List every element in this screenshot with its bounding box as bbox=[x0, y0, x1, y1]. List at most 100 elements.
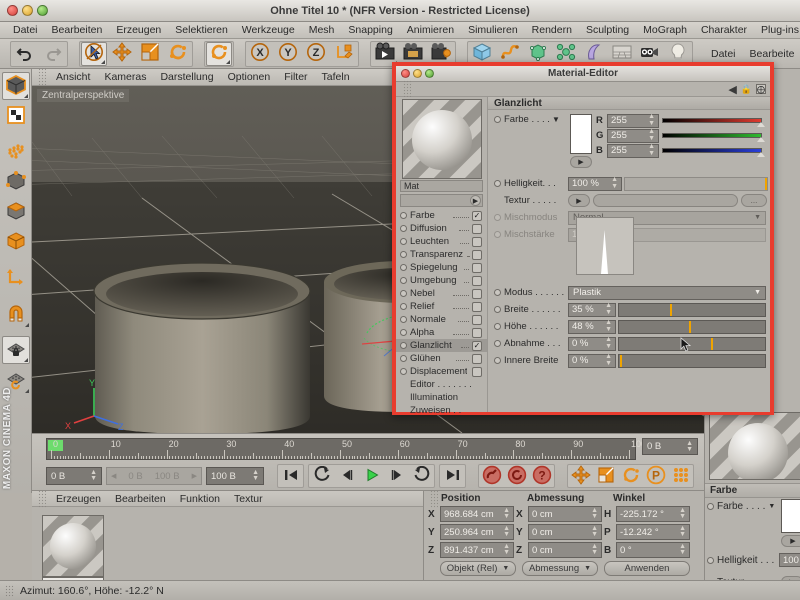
tool-redo-button[interactable] bbox=[40, 42, 66, 66]
channel-transparenz[interactable]: Transparenz bbox=[396, 248, 487, 261]
channel-displacement[interactable]: Displacement bbox=[396, 365, 487, 378]
spinner-icon[interactable]: ▲ ▼ bbox=[648, 143, 655, 157]
palette-polygons-mode-button[interactable] bbox=[2, 198, 30, 226]
spinner-icon[interactable]: ▲ ▼ bbox=[503, 543, 510, 557]
menu-sculpting[interactable]: Sculpting bbox=[579, 24, 636, 36]
spinner-icon[interactable]: ▲ ▼ bbox=[503, 507, 510, 521]
radio-icon[interactable] bbox=[400, 251, 407, 258]
radio-icon[interactable] bbox=[400, 316, 407, 323]
radio-icon[interactable] bbox=[494, 340, 501, 347]
spinner-icon[interactable]: ▲ ▼ bbox=[679, 525, 686, 539]
coord-position-field[interactable]: 891.437 cm ▲ ▼ bbox=[440, 542, 514, 558]
radio-icon[interactable] bbox=[494, 306, 501, 313]
material-editor-preview[interactable] bbox=[401, 99, 482, 179]
param-slider[interactable] bbox=[618, 319, 766, 334]
coord-angle-field[interactable]: 0 ° ▲ ▼ bbox=[616, 542, 690, 558]
collapse-arrow-icon[interactable]: ◀ bbox=[728, 83, 736, 96]
spinner-icon[interactable]: ▲ ▼ bbox=[648, 128, 655, 142]
viewport-menu-tafeln[interactable]: Tafeln bbox=[315, 71, 357, 83]
coord-size-field[interactable]: 0 cm ▲ ▼ bbox=[528, 542, 602, 558]
matmgr-menu-textur[interactable]: Textur bbox=[227, 493, 270, 505]
tool-axis-y-button[interactable]: Y bbox=[275, 42, 301, 66]
chevron-down-icon[interactable]: ▼ bbox=[768, 503, 775, 510]
param-field[interactable]: 0 % ▲ ▼ bbox=[568, 353, 616, 368]
spinner-icon[interactable]: ▲ ▼ bbox=[605, 302, 612, 316]
palette-points-mode-button[interactable] bbox=[2, 138, 30, 166]
channel-extra-item[interactable]: Editor . . . . . . . bbox=[396, 378, 487, 391]
radio-icon[interactable] bbox=[494, 180, 501, 187]
coord-position-field[interactable]: 968.684 cm ▲ ▼ bbox=[440, 506, 514, 522]
key-position-button[interactable] bbox=[568, 464, 593, 487]
radio-icon[interactable] bbox=[400, 238, 407, 245]
play-button[interactable] bbox=[359, 465, 384, 487]
panel-grip-icon[interactable] bbox=[430, 489, 438, 508]
menu-selektieren[interactable]: Selektieren bbox=[168, 24, 235, 36]
texture-browse-button[interactable]: ... bbox=[741, 194, 767, 207]
texture-arrow-icon[interactable]: ▶ bbox=[568, 194, 590, 207]
spinner-icon[interactable]: ▲ ▼ bbox=[591, 525, 598, 539]
channel-leuchten[interactable]: Leuchten bbox=[396, 235, 487, 248]
menu-erzeugen[interactable]: Erzeugen bbox=[109, 24, 168, 36]
slider-marker[interactable] bbox=[710, 337, 713, 350]
spinner-icon[interactable]: ▲ ▼ bbox=[611, 176, 618, 190]
menu-werkzeuge[interactable]: Werkzeuge bbox=[235, 24, 302, 36]
slider-marker[interactable] bbox=[689, 320, 692, 333]
slider-knob[interactable] bbox=[757, 137, 765, 142]
rgb-field-r[interactable]: 255 ▲ ▼ bbox=[607, 113, 659, 128]
palette-world-coord-button[interactable] bbox=[2, 264, 30, 292]
matmgr-menu-erzeugen[interactable]: Erzeugen bbox=[49, 493, 108, 505]
panel-grip-icon[interactable] bbox=[5, 584, 14, 597]
color-picker-button[interactable]: ▶ bbox=[570, 156, 592, 168]
channel-checkbox[interactable] bbox=[472, 366, 482, 377]
spinner-icon[interactable]: ▲ ▼ bbox=[605, 353, 612, 367]
coord-size-field[interactable]: 0 cm ▲ ▼ bbox=[528, 506, 602, 522]
expand-icon[interactable]: ⨁ bbox=[756, 84, 766, 94]
channel-umgebung[interactable]: Umgebung bbox=[396, 274, 487, 287]
texture-field[interactable] bbox=[593, 194, 738, 207]
key-param-button[interactable]: P bbox=[643, 465, 668, 487]
tool-select-live-button[interactable] bbox=[81, 41, 107, 66]
spinner-icon[interactable]: ▲ ▼ bbox=[648, 113, 655, 127]
coord-mode-left-select[interactable]: Objekt (Rel) ▼ bbox=[440, 561, 516, 576]
palette-lock-axis-button[interactable] bbox=[1, 336, 30, 364]
spinner-icon[interactable]: ▲ ▼ bbox=[605, 336, 612, 350]
channel-normale[interactable]: Normale bbox=[396, 313, 487, 326]
right-brightness-field[interactable]: 100 bbox=[779, 553, 800, 567]
palette-edges-mode-button[interactable] bbox=[2, 168, 30, 196]
viewport-menu-optionen[interactable]: Optionen bbox=[221, 71, 278, 83]
radio-icon[interactable] bbox=[494, 323, 501, 330]
radio-icon[interactable] bbox=[400, 264, 407, 271]
right-color-swatch[interactable] bbox=[781, 499, 800, 533]
panel-grip-icon[interactable] bbox=[38, 68, 46, 86]
menu-bearbeiten[interactable]: Bearbeiten bbox=[45, 24, 110, 36]
lock-icon[interactable]: 🔒 bbox=[741, 84, 752, 95]
viewport-menu-filter[interactable]: Filter bbox=[277, 71, 314, 83]
radio-icon[interactable] bbox=[707, 503, 714, 510]
menu-plug-ins[interactable]: Plug-ins bbox=[754, 24, 800, 36]
coord-position-field[interactable]: 250.964 cm ▲ ▼ bbox=[440, 524, 514, 540]
channel-glanzlicht[interactable]: Glanzlicht ✓ bbox=[396, 339, 487, 352]
coord-mode-mid-select[interactable]: Abmessung ▼ bbox=[522, 561, 598, 576]
timeline-ruler[interactable]: 0 10 20 30 40 50 60 70 80 90 100 bbox=[46, 438, 646, 460]
tool-axis-z-button[interactable]: Z bbox=[303, 42, 329, 66]
rgb-slider-b[interactable] bbox=[662, 148, 765, 157]
channel-diffusion[interactable]: Diffusion bbox=[396, 222, 487, 235]
channel-extra-item[interactable]: Illumination bbox=[396, 391, 487, 404]
menu-mesh[interactable]: Mesh bbox=[302, 24, 342, 36]
mode-select[interactable]: Plastik ▼ bbox=[568, 285, 766, 300]
next-key-button[interactable] bbox=[409, 465, 434, 487]
menu-simulieren[interactable]: Simulieren bbox=[461, 24, 525, 36]
radio-icon[interactable] bbox=[400, 225, 407, 232]
channel-checkbox[interactable] bbox=[472, 353, 483, 364]
spinner-icon[interactable]: ▲ ▼ bbox=[90, 469, 97, 483]
arrow-right-icon[interactable]: ▶ bbox=[470, 195, 481, 206]
prev-key-button[interactable] bbox=[309, 465, 334, 487]
tool-scale-button[interactable] bbox=[137, 42, 163, 66]
spinner-icon[interactable]: ▲ ▼ bbox=[679, 543, 686, 557]
radio-icon[interactable] bbox=[494, 289, 501, 296]
material-editor-window[interactable]: Material-Editor ◀ 🔒 ⨁ Mat ▶ Farbe ✓ Diffus… bbox=[392, 62, 774, 416]
channel-alpha[interactable]: Alpha bbox=[396, 326, 487, 339]
palette-object-axis-button[interactable] bbox=[2, 228, 30, 256]
viewport-menu-ansicht[interactable]: Ansicht bbox=[49, 71, 97, 83]
palette-texture-mode-button[interactable] bbox=[2, 102, 30, 130]
